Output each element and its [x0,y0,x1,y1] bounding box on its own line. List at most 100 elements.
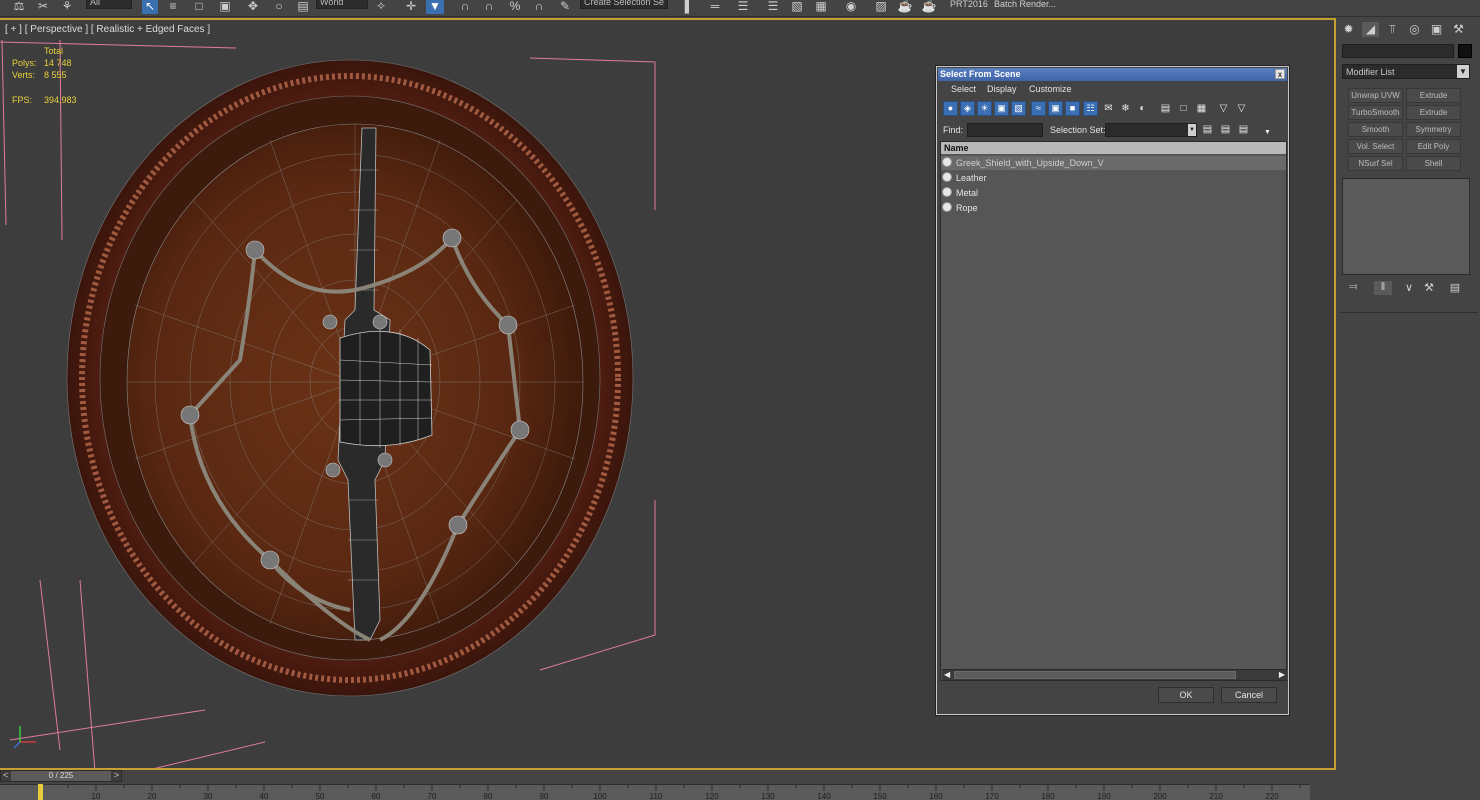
manipulate-icon[interactable]: ✛ [402,0,420,14]
display-shapes-icon[interactable]: ◈ [960,101,975,116]
display-lights-icon[interactable]: ☀ [977,101,992,116]
layer-manager-icon[interactable]: ☰ [734,0,752,14]
selection-set-dropdown[interactable]: ▼ [1105,123,1197,137]
material-editor-icon[interactable]: ◉ [842,0,860,14]
display-cameras-icon[interactable]: ▣ [994,101,1009,116]
percent-snap-icon[interactable]: % [506,0,524,14]
window-crossing-icon[interactable]: ▣ [216,0,234,14]
filter-settings-icon[interactable]: ▽ [1235,103,1248,115]
bind-space-warp-icon[interactable]: ⚘ [58,0,76,14]
named-selection-set-dropdown[interactable]: Create Selection Se [580,0,668,9]
rendered-frame-icon[interactable]: ☕ [896,0,914,14]
make-unique-icon[interactable]: ∨ [1400,281,1418,295]
filter-icon[interactable]: ▽ [1217,103,1230,115]
time-slider-label[interactable]: 0 / 225 [11,771,111,781]
batch-render-label[interactable]: Batch Render... [994,0,1056,9]
configure-modifier-sets-icon[interactable]: ▤ [1446,281,1464,295]
modifier-button-symmetry[interactable]: Symmetry [1406,122,1461,137]
angle-snap-icon[interactable]: ∩ [480,0,498,14]
show-end-result-icon[interactable]: ‖ [1374,281,1392,295]
align-icon[interactable]: ═ [706,0,724,14]
ok-button[interactable]: OK [1158,687,1214,703]
time-slider[interactable]: < 0 / 225 > [0,770,122,782]
modifier-button-edit-poly[interactable]: Edit Poly [1406,139,1461,154]
modifier-button-extrude-2[interactable]: Extrude [1406,105,1461,120]
edit-named-selection-icon[interactable]: ✎ [556,0,574,14]
list-item[interactable]: Greek_Shield_with_Upside_Down_V [941,156,1286,170]
modifier-button-nsurf-sel[interactable]: NSurf Sel [1348,156,1403,171]
modifier-list-dropdown[interactable]: Modifier List ▼ [1342,64,1470,79]
pin-stack-icon[interactable]: ⫤ [1344,281,1362,295]
utilities-tab-icon[interactable]: ⚒ [1450,22,1467,37]
display-containers-icon[interactable]: ✉ [1102,103,1115,115]
modifier-button-smooth[interactable]: Smooth [1348,122,1403,137]
scene-object-list[interactable]: Name Greek_Shield_with_Upside_Down_V Lea… [940,141,1287,681]
dialog-title-bar[interactable]: Select From Scene x [938,68,1287,81]
select-by-name-icon[interactable]: ≡ [164,0,182,14]
object-color-swatch[interactable] [1458,44,1472,58]
time-prev-button[interactable]: < [3,770,8,780]
select-invert-icon[interactable]: ▤ [1237,124,1250,136]
modifier-button-shell[interactable]: Shell [1406,156,1461,171]
remove-modifier-icon[interactable]: ⚒ [1420,281,1438,295]
display-space-warps-icon[interactable]: ≈ [1031,101,1046,116]
display-hidden-icon[interactable]: ◐ [1136,103,1149,115]
horizontal-scrollbar[interactable]: ◀ ▶ [942,669,1287,680]
cancel-button[interactable]: Cancel [1221,687,1277,703]
invert-display-icon[interactable]: ▦ [1195,103,1208,115]
display-xrefs-icon[interactable]: ■ [1065,101,1080,116]
select-object-icon[interactable]: ↖ [142,0,158,14]
selection-filter-dropdown[interactable]: All [86,0,132,9]
options-chevron-icon[interactable]: ▼ [1261,127,1274,139]
create-tab-icon[interactable]: ✹ [1340,22,1357,37]
display-geometry-icon[interactable]: ● [943,101,958,116]
scroll-left-icon[interactable]: ◀ [944,670,950,679]
spinner-snap-icon[interactable]: ∩ [530,0,548,14]
select-none-icon[interactable]: ▤ [1219,124,1232,136]
keyboard-shortcut-icon[interactable]: ▼ [426,0,444,14]
modifier-button-vol-select[interactable]: Vol. Select [1348,139,1403,154]
modifier-button-unwrap-uvw[interactable]: Unwrap UVW [1348,88,1403,103]
list-item[interactable]: Metal [941,186,1286,200]
display-bones-icon[interactable]: ☷ [1083,101,1098,116]
scale-icon[interactable]: ▤ [294,0,312,14]
display-groups-icon[interactable]: ▣ [1048,101,1063,116]
schematic-view-icon[interactable]: ▦ [812,0,830,14]
snap-toggle-icon[interactable]: ∩ [456,0,474,14]
close-icon[interactable]: x [1275,69,1285,79]
curve-editor-icon[interactable]: ▧ [788,0,806,14]
modify-tab-icon[interactable]: ◢ [1362,22,1379,37]
display-none-icon[interactable]: □ [1177,103,1190,115]
scroll-right-icon[interactable]: ▶ [1279,670,1285,679]
render-setup-icon[interactable]: ▨ [872,0,890,14]
select-all-icon[interactable]: ▤ [1201,124,1214,136]
move-icon[interactable]: ✥ [244,0,262,14]
current-frame-marker[interactable] [38,784,43,800]
viewport-label[interactable]: [ + ] [ Perspective ] [ Realistic + Edge… [5,24,210,35]
display-helpers-icon[interactable]: ▧ [1011,101,1026,116]
display-all-icon[interactable]: ▤ [1159,103,1172,115]
scene-explorer-icon[interactable]: ☰ [764,0,782,14]
display-tab-icon[interactable]: ▣ [1428,22,1445,37]
rotate-icon[interactable]: ○ [270,0,288,14]
unlink-icon[interactable]: ✂ [34,0,52,14]
object-name-field[interactable] [1342,44,1454,58]
modifier-button-extrude[interactable]: Extrude [1406,88,1461,103]
menu-customize[interactable]: Customize [1029,84,1072,94]
hierarchy-tab-icon[interactable]: ⫪ [1384,22,1401,37]
pivot-center-icon[interactable]: ✧ [372,0,390,14]
time-next-button[interactable]: > [114,770,119,780]
render-production-icon[interactable]: ☕ [920,0,938,14]
column-header-name[interactable]: Name [941,142,1286,154]
modifier-button-turbosmooth[interactable]: TurboSmooth [1348,105,1403,120]
link-icon[interactable]: ⚖ [10,0,28,14]
mirror-icon[interactable]: ▌ [680,0,698,14]
reference-coordinate-dropdown[interactable]: World [316,0,368,9]
modifier-stack[interactable] [1342,178,1470,275]
menu-select[interactable]: Select [951,84,976,94]
menu-display[interactable]: Display [987,84,1017,94]
display-frozen-icon[interactable]: ❄ [1119,103,1132,115]
list-item[interactable]: Leather [941,171,1286,185]
motion-tab-icon[interactable]: ◎ [1406,22,1423,37]
track-bar[interactable]: 10 20 30 40 50 60 70 80 90 100 110 120 130 140 150 160 1… [0,784,1310,800]
